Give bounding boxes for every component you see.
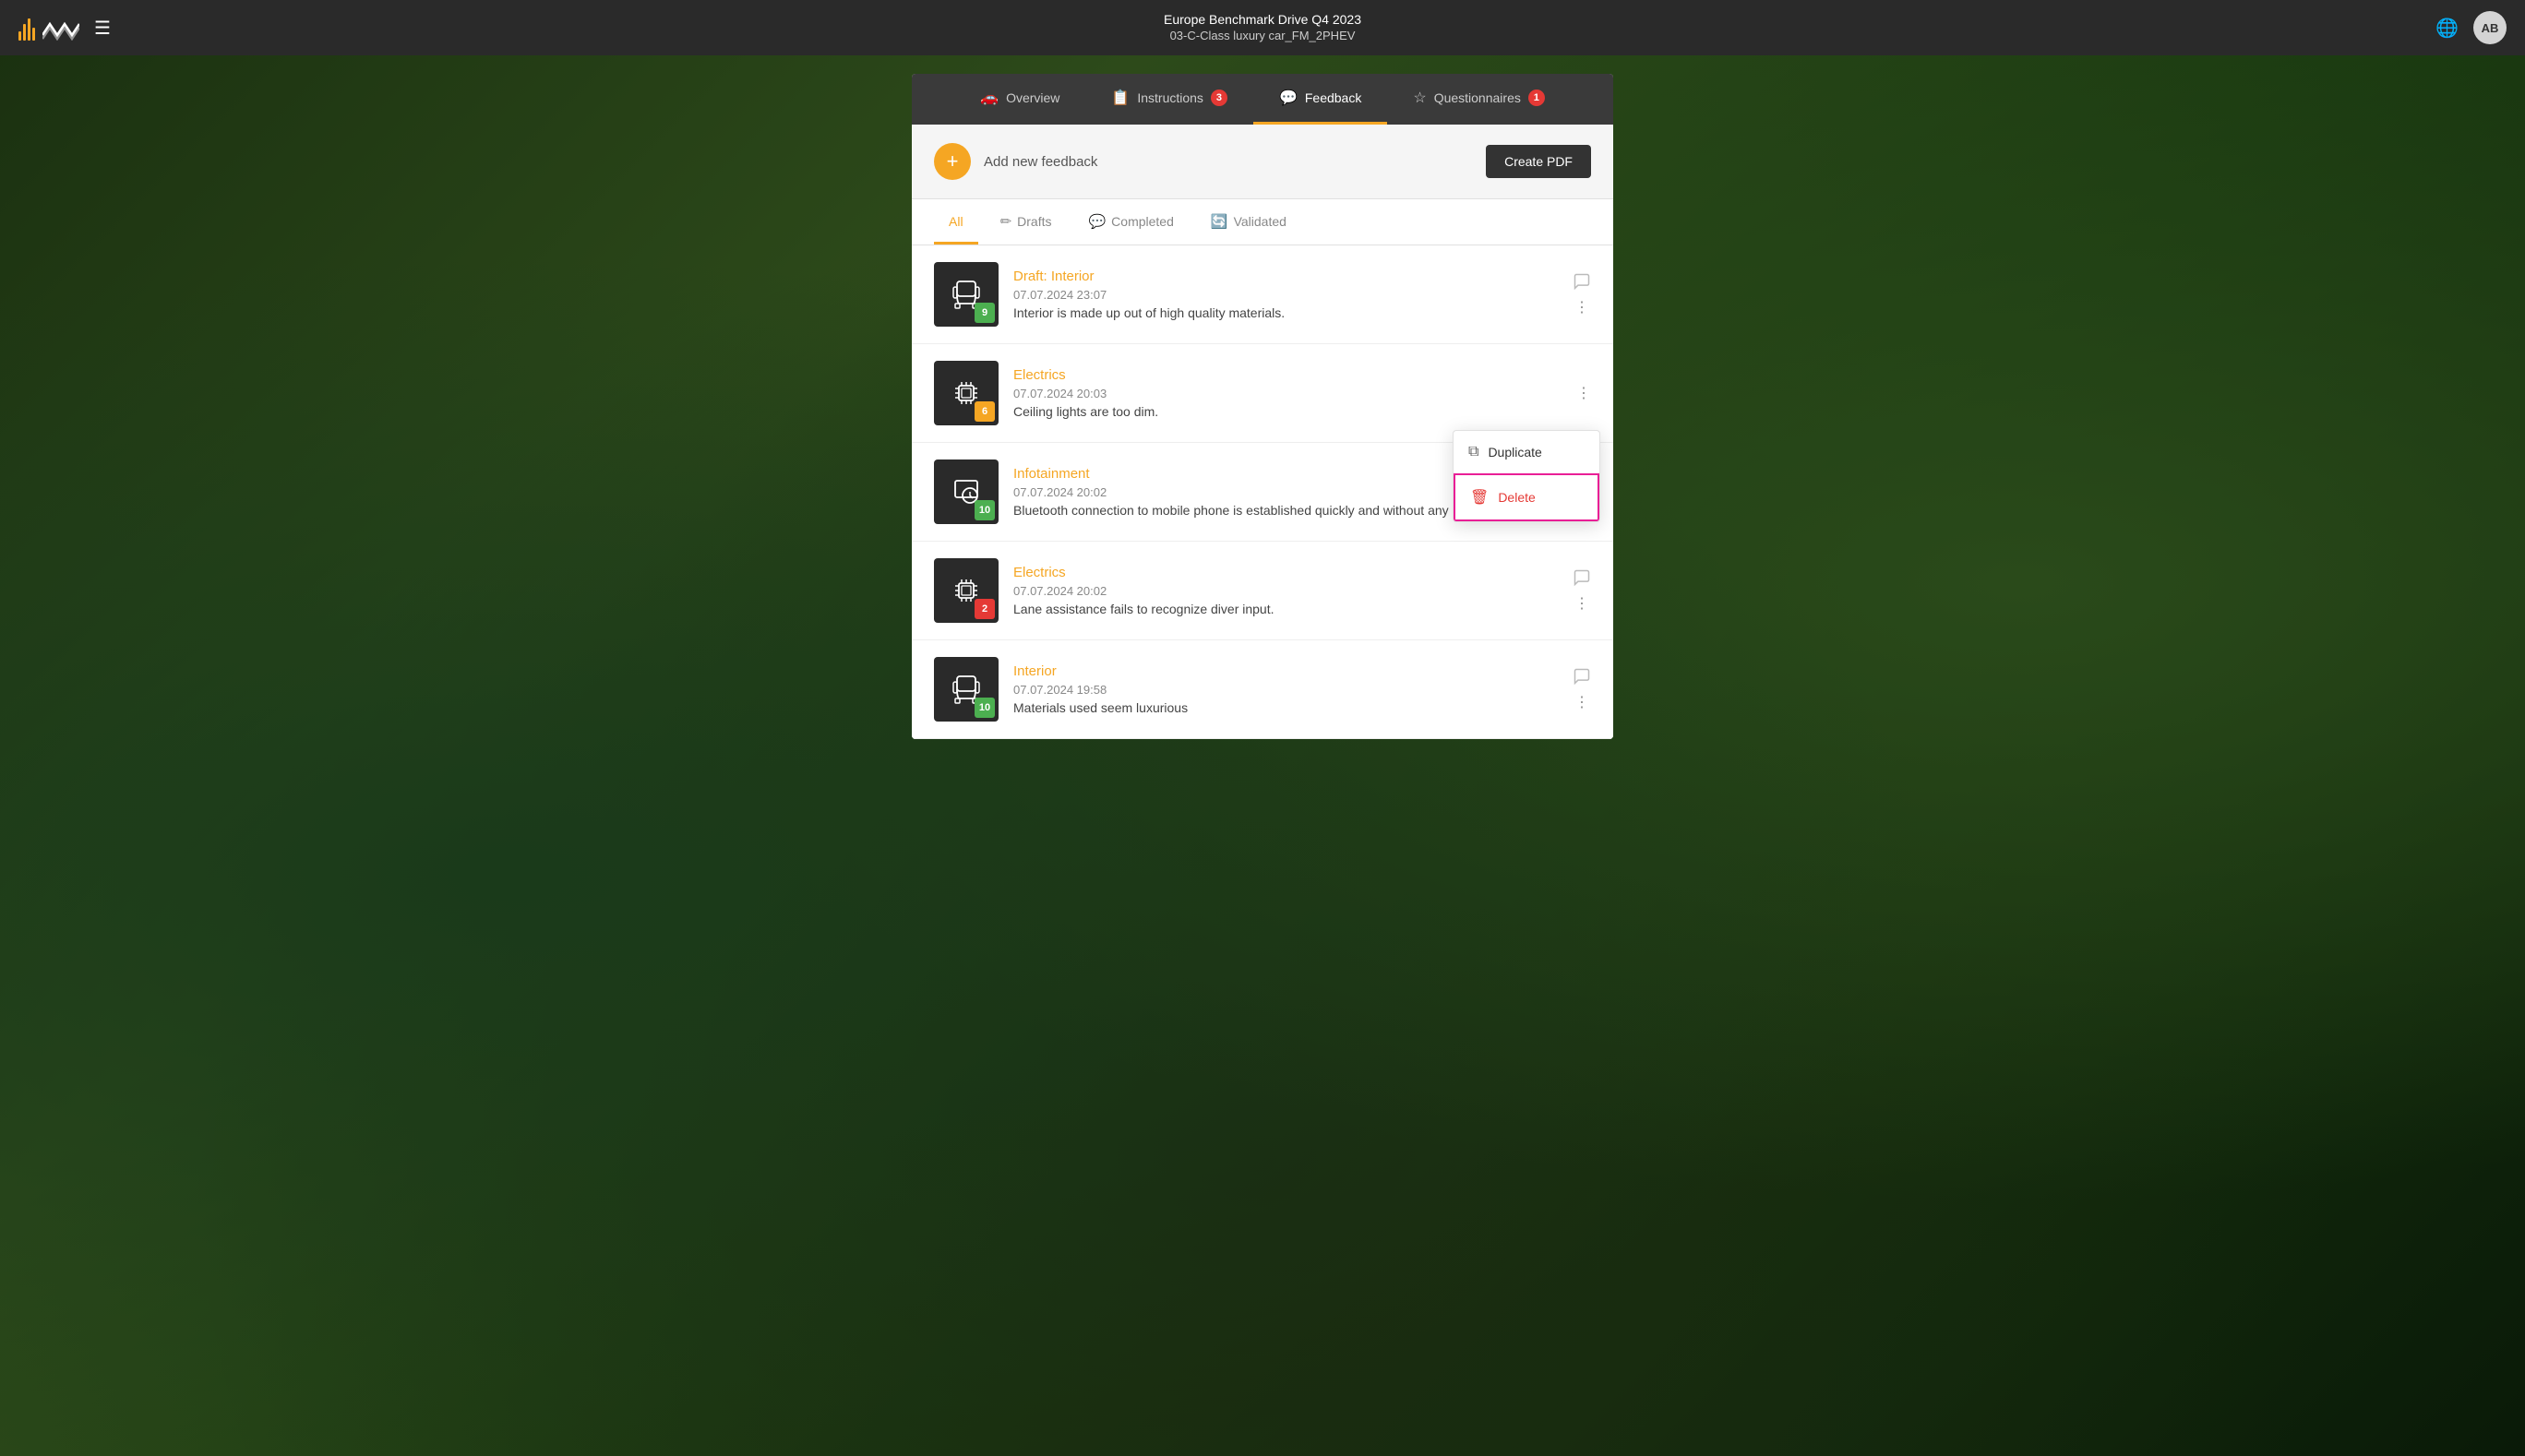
comment-button[interactable] [1573,568,1591,587]
category-icon-touch: 10 [934,459,999,524]
filter-tab-drafts[interactable]: ✏ Drafts [986,200,1067,245]
feedback-category: Draft: Interior [1013,269,1558,284]
more-options-button[interactable]: ⋮ [1574,298,1589,316]
comment-icon [1573,272,1591,291]
main-container: 🚗 Overview 📋 Instructions 3 💬 Feedback ☆… [0,55,2525,758]
duplicate-menu-item[interactable]: ⧉ Duplicate [1454,431,1599,473]
feedback-category: Interior [1013,663,1558,679]
filter-tab-all[interactable]: All [934,201,978,245]
feedback-text: Ceiling lights are too dim. [1013,404,1562,419]
delete-menu-item[interactable]: 🗑 Delete [1454,473,1599,521]
add-feedback-button[interactable]: + [934,143,971,180]
score-badge: 10 [975,698,995,718]
tab-questionnaires[interactable]: ☆ Questionnaires 1 [1387,74,1571,125]
trash-icon: 🗑 [1470,488,1489,507]
filter-tabs: All ✏ Drafts 💬 Completed 🔄 Validated [912,199,1613,245]
avatar[interactable]: AB [2473,11,2507,44]
more-options-button[interactable]: ⋮ [1576,384,1591,402]
hamburger-icon[interactable]: ☰ [94,17,111,40]
feedback-content: Draft: Interior 07.07.2024 23:07 Interio… [1013,269,1558,320]
create-pdf-button[interactable]: Create PDF [1486,145,1591,178]
add-feedback-label: Add new feedback [984,154,1097,170]
content-body: + Add new feedback Create PDF All ✏ Draf… [912,125,1613,739]
logo-zigzag-icon [42,18,79,41]
tab-overview[interactable]: 🚗 Overview [954,74,1085,125]
feedback-content: Interior 07.07.2024 19:58 Materials used… [1013,663,1558,715]
feedback-actions: ⋮ [1573,272,1591,316]
category-icon-chip: 6 [934,361,999,425]
logo [18,15,79,41]
category-icon-seat: 9 [934,262,999,327]
more-options-button[interactable]: ⋮ [1574,594,1589,613]
tab-bar: 🚗 Overview 📋 Instructions 3 💬 Feedback ☆… [912,74,1613,125]
feedback-content: Electrics 07.07.2024 20:03 Ceiling light… [1013,367,1562,419]
navbar-left: ☰ [18,15,111,41]
navbar: ☰ Europe Benchmark Drive Q4 2023 03-C-Cl… [0,0,2525,55]
feedback-text: Lane assistance fails to recognize diver… [1013,602,1558,616]
feedback-actions: ⋮ [1573,568,1591,613]
validated-icon: 🔄 [1211,213,1228,230]
filter-tab-validated[interactable]: 🔄 Validated [1196,200,1301,245]
navbar-title-main: Europe Benchmark Drive Q4 2023 [1164,11,1361,28]
tab-instructions[interactable]: 📋 Instructions 3 [1085,74,1253,125]
car-icon: 🚗 [980,89,999,107]
navbar-title-sub: 03-C-Class luxury car_FM_2PHEV [1164,29,1361,44]
navbar-center: Europe Benchmark Drive Q4 2023 03-C-Clas… [1164,11,1361,43]
globe-icon[interactable]: 🌐 [2435,17,2459,40]
feedback-date: 07.07.2024 20:03 [1013,387,1562,400]
feedback-category: Electrics [1013,367,1562,383]
comment-icon [1573,568,1591,587]
feedback-actions: ⋮ ⧉ Duplicate 🗑 Delete [1576,384,1591,402]
content-panel: 🚗 Overview 📋 Instructions 3 💬 Feedback ☆… [912,74,1613,739]
logo-waves [18,15,79,41]
feedback-item: 9 Draft: Interior 07.07.2024 23:07 Inter… [912,245,1613,344]
comment-icon [1573,667,1591,686]
duplicate-icon: ⧉ [1468,444,1478,460]
tab-feedback[interactable]: 💬 Feedback [1253,74,1387,125]
feedback-list: 9 Draft: Interior 07.07.2024 23:07 Inter… [912,245,1613,739]
comment-button[interactable] [1573,272,1591,291]
feedback-item: 2 Electrics 07.07.2024 20:02 Lane assist… [912,542,1613,640]
more-options-button[interactable]: ⋮ [1574,693,1589,711]
chat-icon: 💬 [1279,89,1298,107]
pencil-icon: ✏ [1000,213,1012,230]
feedback-content: Electrics 07.07.2024 20:02 Lane assistan… [1013,565,1558,616]
instructions-badge: 3 [1211,90,1227,106]
feedback-date: 07.07.2024 19:58 [1013,683,1558,697]
score-badge: 10 [975,500,995,520]
navbar-right: 🌐 AB [2435,11,2507,44]
list-icon: 📋 [1111,89,1130,107]
score-badge: 2 [975,599,995,619]
questionnaires-badge: 1 [1528,90,1545,106]
comment-button[interactable] [1573,667,1591,686]
feedback-text: Materials used seem luxurious [1013,700,1558,715]
feedback-item: 6 Electrics 07.07.2024 20:03 Ceiling lig… [912,344,1613,443]
context-menu: ⧉ Duplicate 🗑 Delete [1453,430,1600,522]
star-icon: ☆ [1413,89,1426,107]
add-feedback-left: + Add new feedback [934,143,1097,180]
feedback-actions: ⋮ [1573,667,1591,711]
feedback-date: 07.07.2024 23:07 [1013,288,1558,302]
feedback-category: Electrics [1013,565,1558,580]
score-badge: 6 [975,401,995,422]
category-icon-seat: 10 [934,657,999,722]
feedback-item: 10 Interior 07.07.2024 19:58 Materials u… [912,640,1613,739]
score-badge: 9 [975,303,995,323]
filter-tab-completed[interactable]: 💬 Completed [1073,200,1188,245]
feedback-date: 07.07.2024 20:02 [1013,584,1558,598]
category-icon-chip: 2 [934,558,999,623]
completed-icon: 💬 [1088,213,1106,230]
feedback-text: Interior is made up out of high quality … [1013,305,1558,320]
add-feedback-bar: + Add new feedback Create PDF [912,125,1613,199]
